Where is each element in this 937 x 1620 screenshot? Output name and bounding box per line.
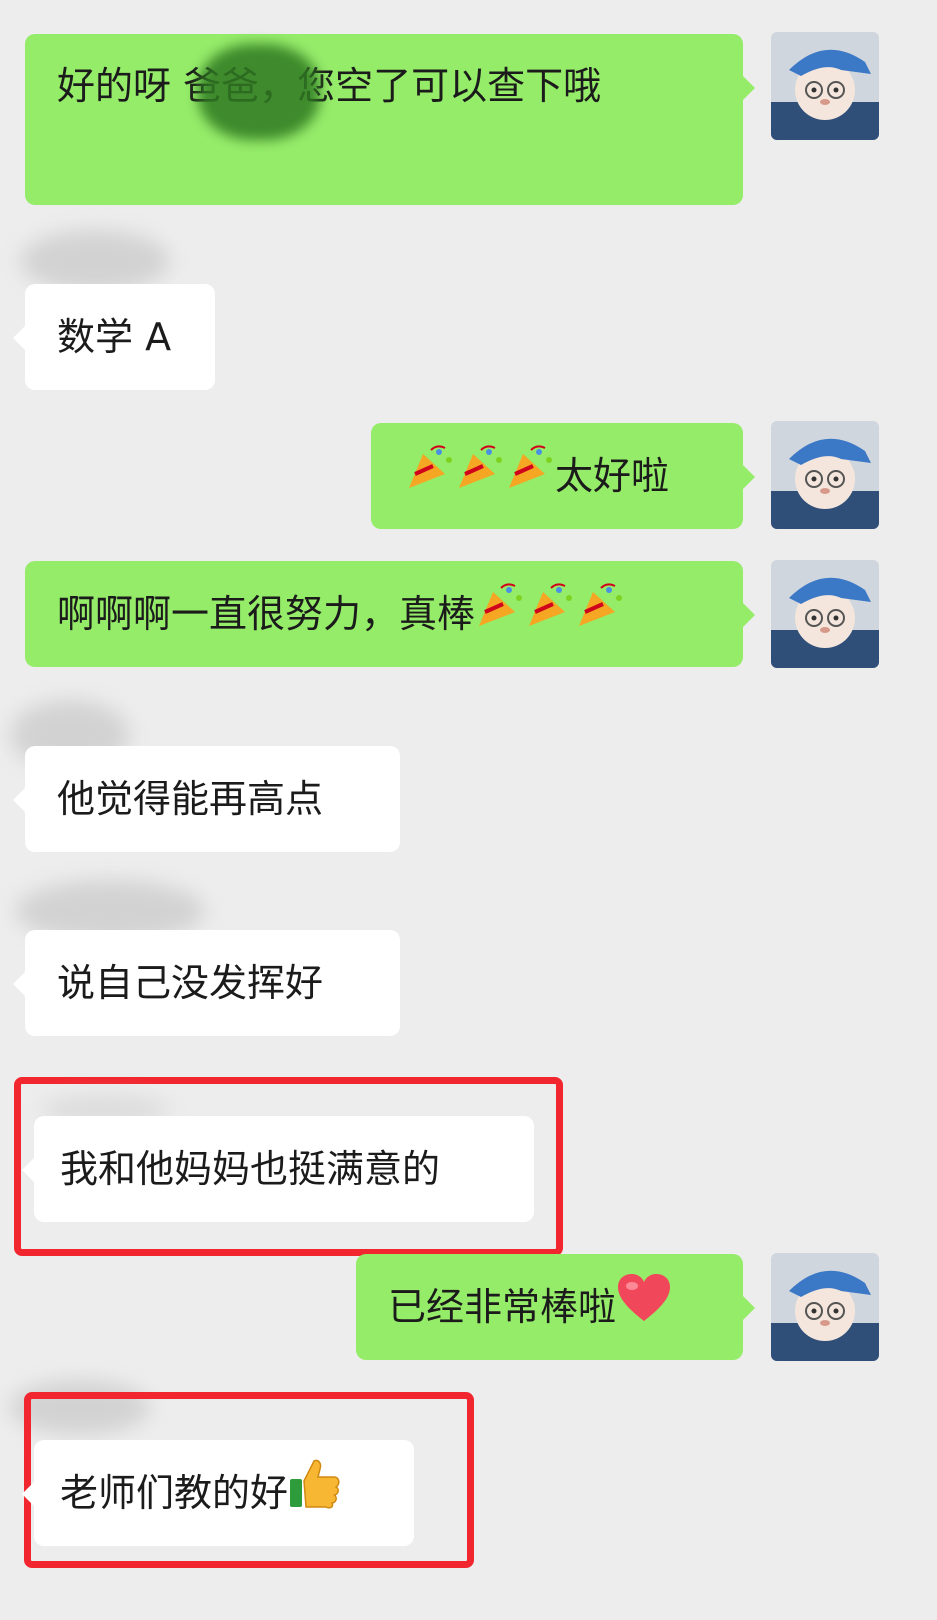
incoming-message-4[interactable]: 我和他妈妈也挺满意的 bbox=[22, 1116, 534, 1222]
message-5-text: 他觉得能再高点 bbox=[57, 777, 324, 821]
message-9-text: 老师们教的好 bbox=[60, 1471, 289, 1515]
outgoing-message-4[interactable]: 已经非常棒啦 bbox=[356, 1254, 755, 1363]
incoming-message-2[interactable]: 他觉得能再高点 bbox=[13, 746, 400, 852]
redacted-sender-avatar bbox=[20, 230, 170, 292]
party-popper-icon bbox=[525, 564, 575, 670]
self-avatar[interactable] bbox=[771, 1253, 879, 1361]
incoming-message-1[interactable]: 数学 A bbox=[13, 284, 215, 390]
chat-area: 好的呀 爸爸，您空了可以查下哦 数学 A 太好啦 啊啊啊一直很努力，真棒 他觉得… bbox=[0, 0, 937, 1620]
message-3-text: 太好啦 bbox=[555, 454, 670, 498]
party-popper-icon bbox=[575, 564, 625, 670]
message-8-text: 已经非常棒啦 bbox=[388, 1285, 617, 1329]
message-2-text: 数学 A bbox=[57, 315, 172, 359]
party-popper-icon bbox=[405, 426, 455, 532]
self-avatar[interactable] bbox=[771, 421, 879, 529]
party-popper-icon bbox=[475, 564, 525, 670]
message-4-text: 啊啊啊一直很努力，真棒 bbox=[57, 592, 476, 636]
outgoing-message-2[interactable]: 太好啦 bbox=[371, 423, 755, 532]
outgoing-message-3[interactable]: 啊啊啊一直很努力，真棒 bbox=[25, 561, 755, 670]
party-popper-icon bbox=[455, 426, 505, 532]
thumbs-up-icon bbox=[288, 1443, 342, 1549]
outgoing-message-1[interactable]: 好的呀 爸爸，您空了可以查下哦 bbox=[25, 34, 755, 205]
incoming-message-3[interactable]: 说自己没发挥好 bbox=[13, 930, 400, 1036]
red-heart-icon bbox=[616, 1257, 672, 1363]
message-1-text: 好的呀 爸爸，您空了可以查下哦 bbox=[57, 64, 602, 108]
self-avatar[interactable] bbox=[771, 32, 879, 140]
message-7-text: 我和他妈妈也挺满意的 bbox=[60, 1147, 441, 1191]
redacted-name bbox=[198, 44, 320, 140]
self-avatar[interactable] bbox=[771, 560, 879, 668]
incoming-message-5[interactable]: 老师们教的好 bbox=[22, 1440, 414, 1549]
party-popper-icon bbox=[505, 426, 555, 532]
message-6-text: 说自己没发挥好 bbox=[57, 961, 324, 1005]
